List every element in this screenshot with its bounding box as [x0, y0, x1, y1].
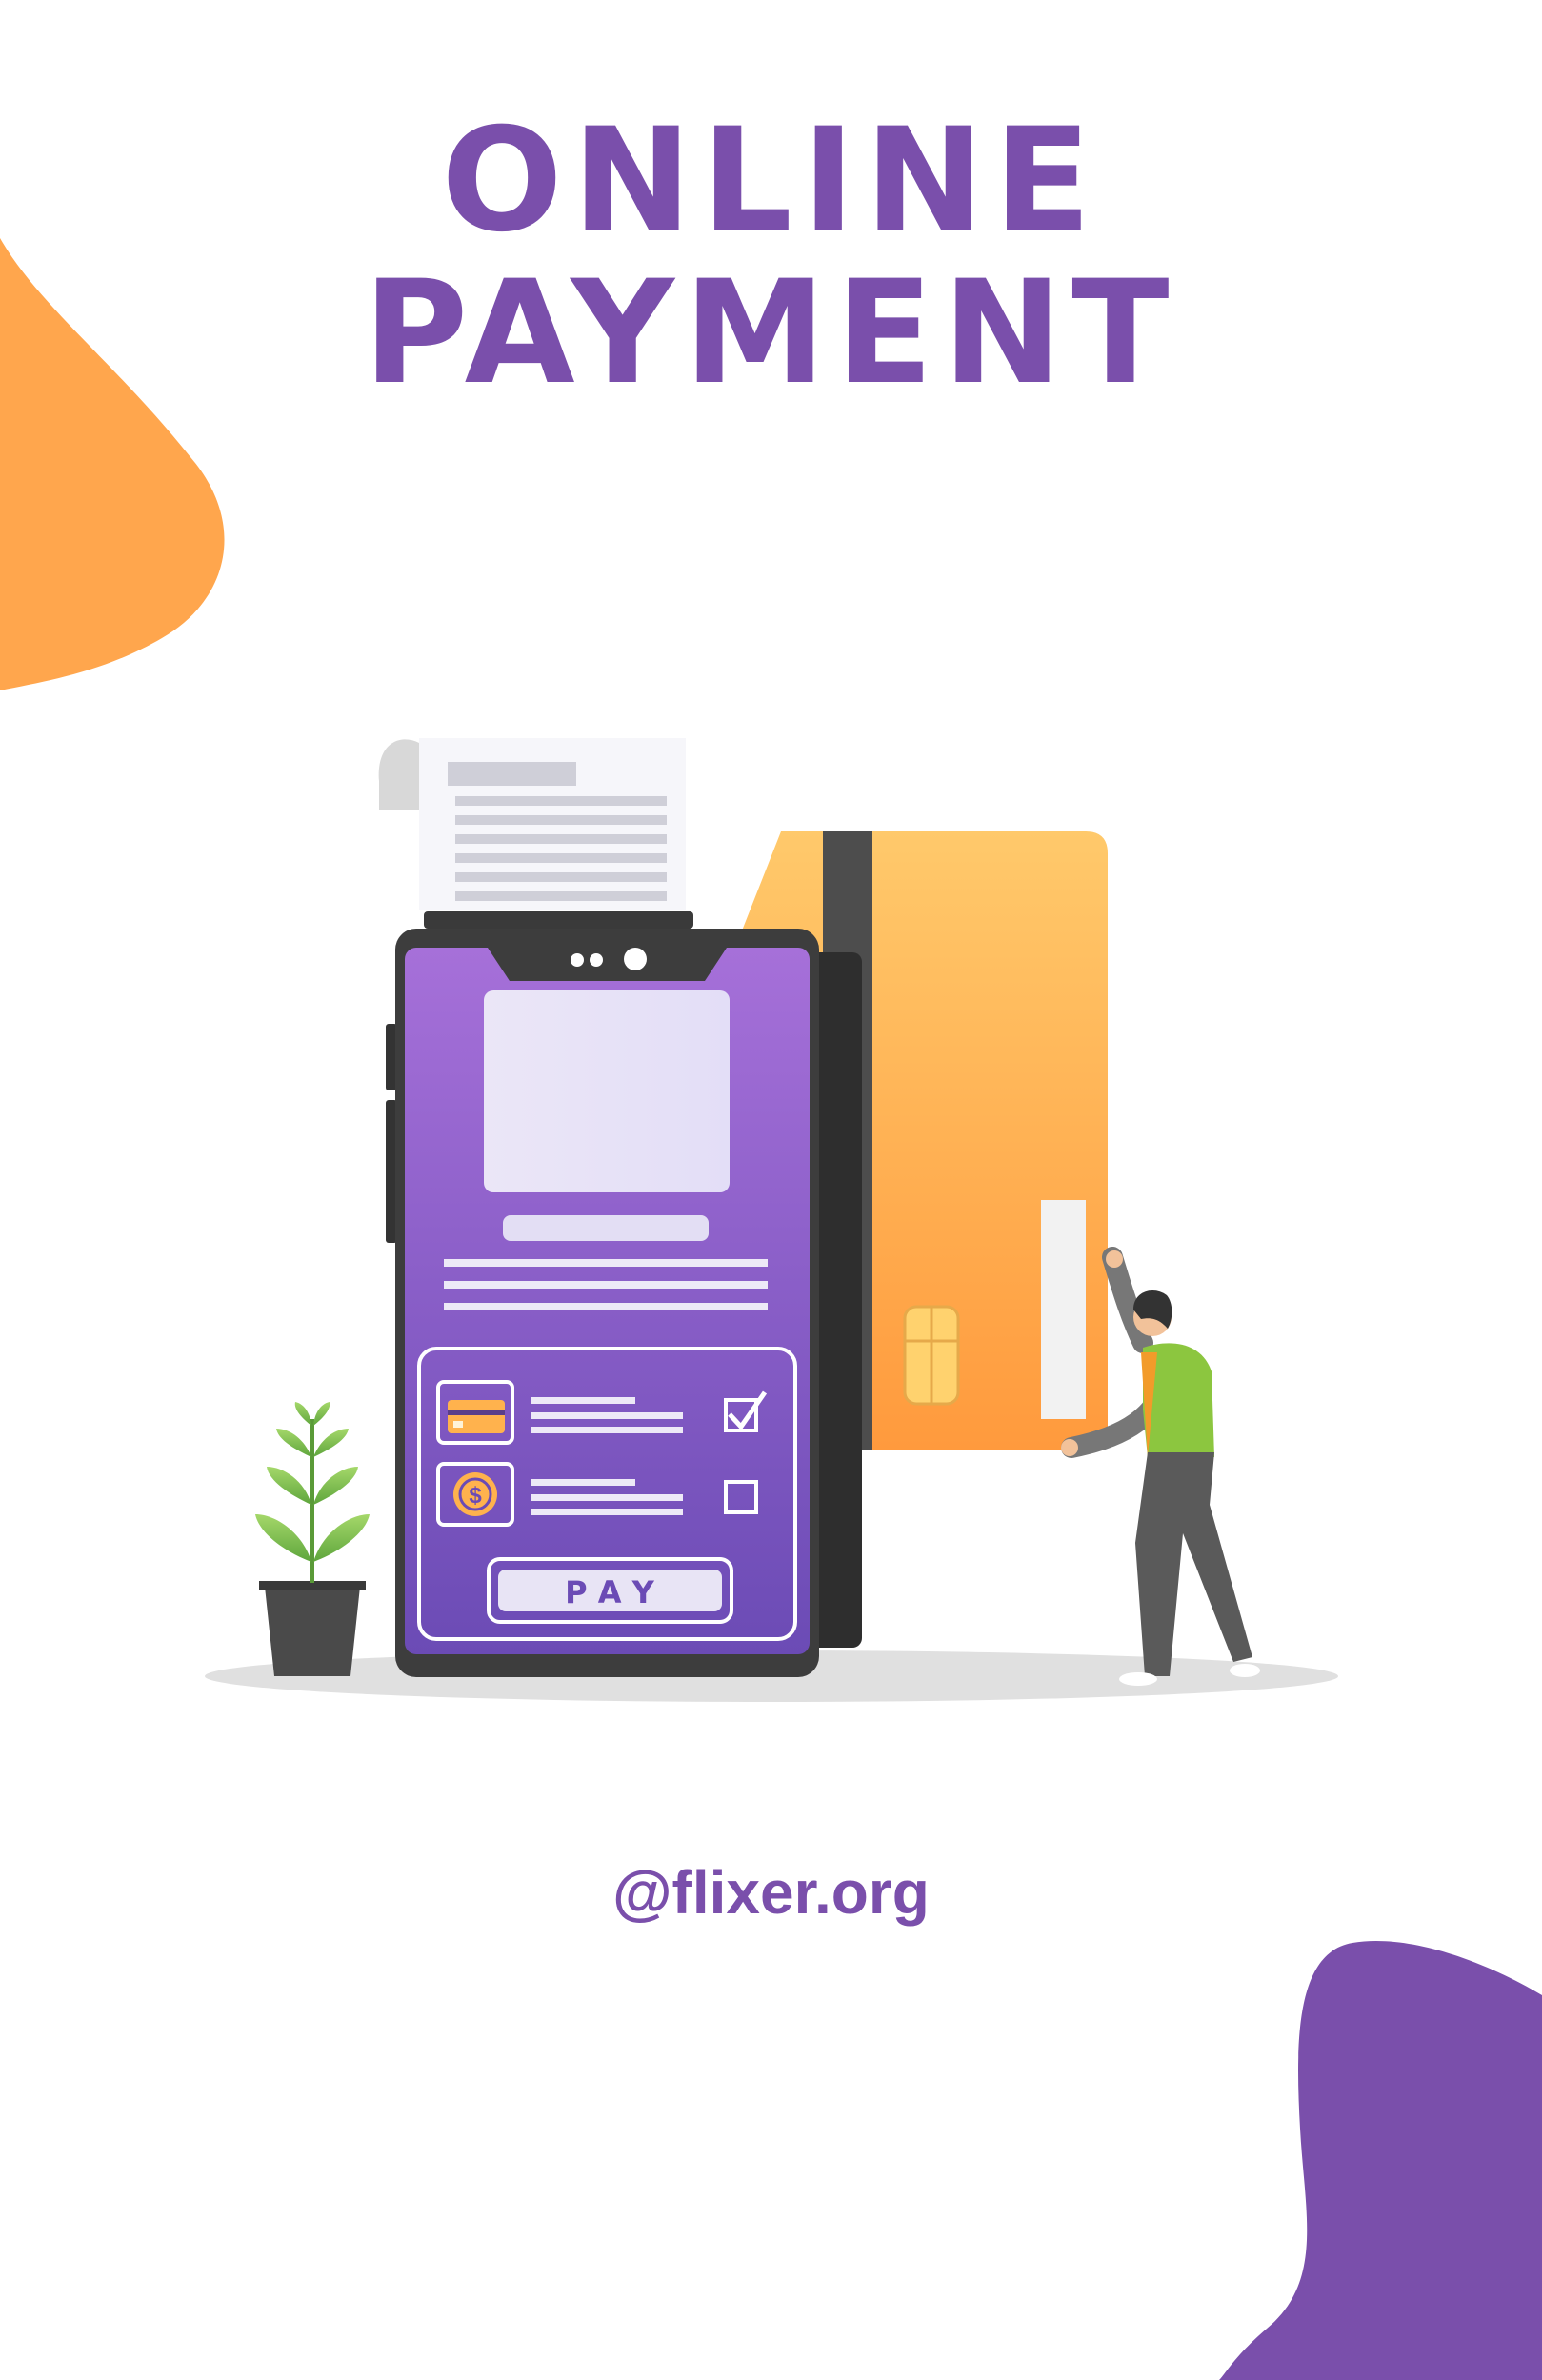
svg-text:$: $	[469, 1483, 482, 1509]
screen-image-placeholder	[484, 990, 730, 1192]
receipt-icon	[378, 738, 686, 910]
dollar-coin-icon: $	[453, 1472, 497, 1516]
pay-button-label: P A Y	[565, 1574, 655, 1610]
footer-handle[interactable]: @flixer.org	[0, 1857, 1542, 1928]
poster: ONLINE PAYMENT $ P A Y @flixer.org	[0, 0, 1542, 2380]
credit-card-option-icon	[448, 1400, 505, 1433]
plant-icon	[255, 1402, 370, 1676]
payment-illustration: $ P A Y	[205, 738, 1338, 1702]
